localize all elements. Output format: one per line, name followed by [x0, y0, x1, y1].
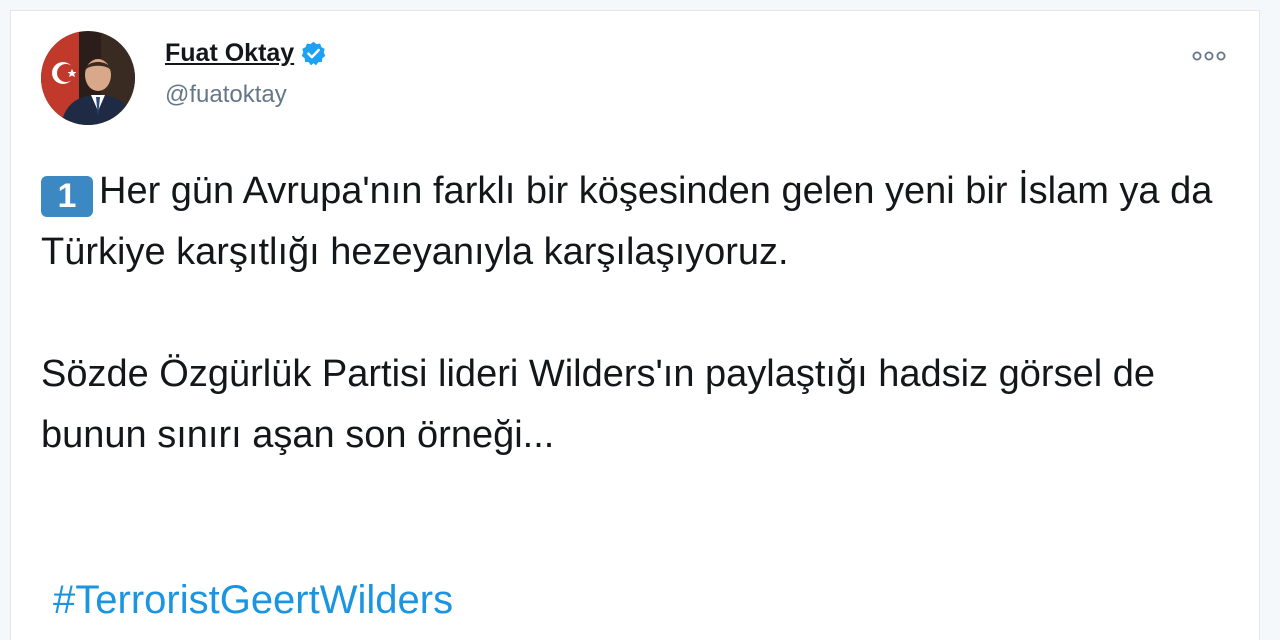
author-display-name[interactable]: Fuat Oktay	[165, 39, 294, 68]
tweet-paragraph-1: 1 Her gün Avrupa'nın farklı bir köşesinde…	[41, 161, 1241, 283]
hashtag-link[interactable]: #TerroristGeertWilders	[53, 578, 453, 623]
author-handle[interactable]: @fuatoktay	[165, 81, 287, 109]
more-options-button[interactable]	[1189, 41, 1229, 71]
tweet-paragraph-1-text: Her gün Avrupa'nın farklı bir köşesinden…	[41, 170, 1213, 273]
verified-badge-icon	[300, 40, 327, 67]
author-name-row: Fuat Oktay	[165, 39, 327, 68]
tweet-card: Fuat Oktay @fuatoktay 1 Her gün Avrupa'nı…	[10, 10, 1260, 640]
avatar-image	[41, 31, 135, 125]
avatar[interactable]	[41, 31, 135, 125]
tweet-body: 1 Her gün Avrupa'nın farklı bir köşesinde…	[41, 161, 1241, 466]
tweet-paragraph-2: Sözde Özgürlük Partisi lideri Wilders'ın…	[41, 353, 1155, 456]
keycap-one-emoji: 1	[41, 176, 93, 217]
page: Fuat Oktay @fuatoktay 1 Her gün Avrupa'nı…	[0, 0, 1280, 640]
ellipsis-icon	[1192, 51, 1226, 61]
